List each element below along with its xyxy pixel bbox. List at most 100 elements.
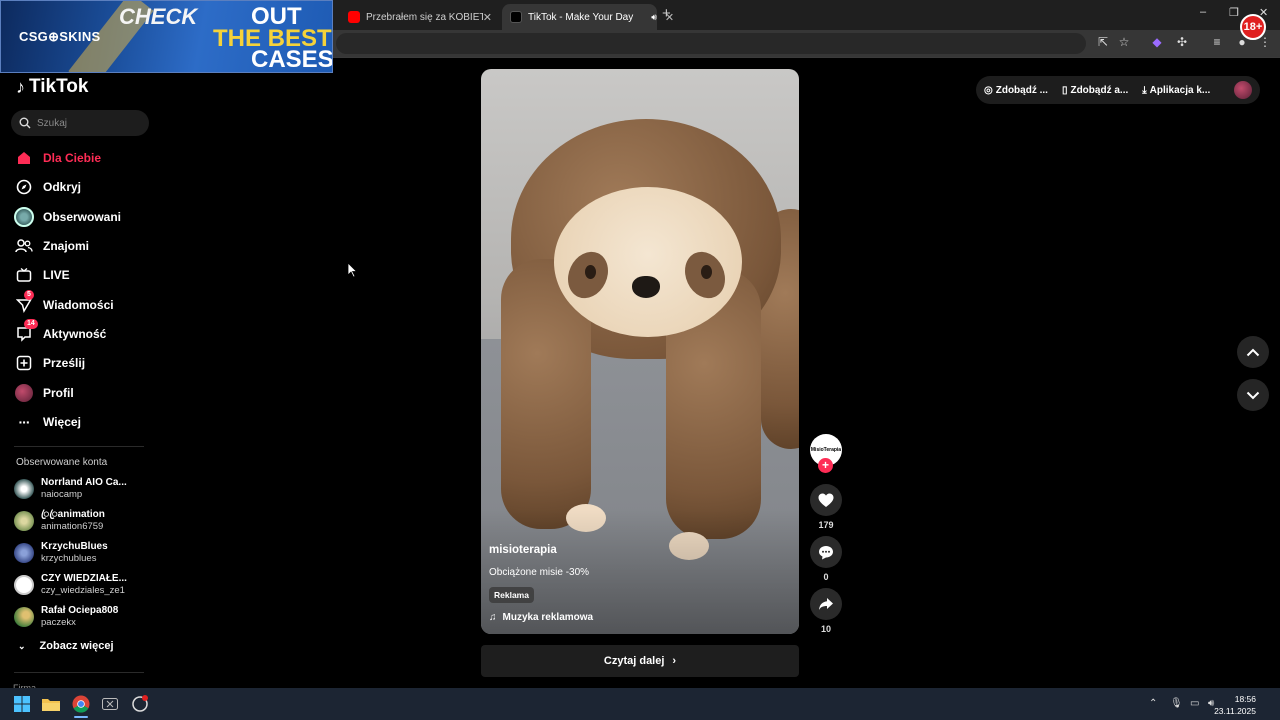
address-bar[interactable] [336, 33, 1086, 54]
nav-messages[interactable]: 5 Wiadomości [14, 290, 144, 316]
followed-account[interactable]: CZY WIEDZIAŁE... czy_wiedziales_ze1 [14, 572, 144, 598]
pill-label: Aplikacja k... [1149, 84, 1211, 96]
network-icon[interactable]: ▭ [1190, 698, 1199, 709]
home-icon [14, 148, 34, 168]
get-app-button[interactable]: ▯ Zdobądź a... [1062, 85, 1128, 96]
share-button[interactable] [810, 588, 842, 620]
search-icon [19, 117, 31, 129]
nav-more[interactable]: ··· Więcej [14, 411, 144, 433]
get-coins-button[interactable]: ◎ Zdobądź ... [984, 85, 1048, 96]
nav-profile[interactable]: Profil [14, 382, 144, 404]
video-description: Obciążone misie -30% [489, 567, 590, 578]
maximize-button[interactable]: ❐ [1229, 6, 1239, 19]
search-input[interactable] [37, 117, 137, 129]
nav-label: Profil [43, 386, 74, 400]
search-box[interactable] [11, 110, 149, 136]
follow-button[interactable]: + [818, 458, 833, 473]
creator-avatar-text: MisioTerapia [810, 447, 842, 453]
install-app-icon[interactable]: ⇱ [1096, 35, 1110, 49]
nav-explore[interactable]: Odkryj [14, 176, 144, 198]
pill-label: Zdobądź a... [1070, 84, 1129, 96]
video-music[interactable]: ♫ Muzyka reklamowa [489, 612, 593, 623]
plush-eye [585, 265, 596, 279]
nav-label: Aktywność [43, 327, 107, 341]
browser-tab-youtube[interactable]: Przebrałem się za KOBIETĘ na S ✕ [340, 4, 500, 30]
nav-label: Znajomi [43, 239, 90, 253]
tray-chevron-icon[interactable]: ⌃ [1149, 698, 1157, 709]
activity-icon: 14 [14, 319, 38, 344]
account-name: ꦿꦿanimation [41, 509, 105, 520]
chrome-icon[interactable] [71, 694, 91, 714]
desktop-app-button[interactable]: ⤓ Aplikacja k... [1142, 85, 1210, 96]
see-more-button[interactable]: ⌄ Zobacz więcej [18, 640, 114, 652]
followed-account[interactable]: Norrland AIO Ca... naiocamp [14, 476, 144, 502]
share-arrow-icon [819, 598, 833, 610]
ad-headline-check: CHECK [119, 4, 198, 29]
age-badge: 18+ [1240, 14, 1266, 40]
video-author[interactable]: misioterapia [489, 544, 557, 556]
nav-friends[interactable]: Znajomi [14, 235, 144, 257]
ad-banner[interactable]: CSG⊕SKINS CHECK OUT THE BEST CASES [0, 0, 333, 73]
like-button[interactable] [810, 484, 842, 516]
see-more-label: Zobacz więcej [39, 640, 114, 652]
nav-upload[interactable]: Prześlij [14, 352, 144, 374]
compass-icon [14, 177, 34, 197]
music-label: Muzyka reklamowa [502, 612, 594, 623]
new-tab-button[interactable]: + [662, 5, 671, 22]
nav-label: Prześlij [43, 356, 86, 370]
music-note-icon: ♫ [489, 612, 497, 623]
nav-following[interactable]: Obserwowani [14, 206, 144, 228]
gaming-app-icon[interactable] [130, 694, 150, 714]
user-avatar[interactable] [1234, 81, 1252, 99]
download-icon: ⤓ [1142, 84, 1147, 96]
sidebar-divider [14, 446, 144, 447]
followed-account[interactable]: KrzychuBlues krzychublues [14, 540, 144, 566]
video-player[interactable]: misioterapia Obciążone misie -30% Reklam… [481, 69, 799, 634]
account-handle: czy_wiedziales_ze1 [41, 585, 125, 596]
avatar [14, 511, 34, 531]
nav-live[interactable]: LIVE [14, 264, 144, 286]
account-name: KrzychuBlues [41, 541, 108, 552]
extensions-puzzle-icon[interactable]: ✣ [1175, 35, 1189, 49]
like-count: 179 [818, 520, 834, 530]
tiktok-logo[interactable]: ♪ TikTok [16, 76, 88, 98]
comment-button[interactable] [810, 536, 842, 568]
close-tab-icon[interactable]: ✕ [483, 11, 492, 24]
read-more-button[interactable]: Czytaj dalej › [481, 645, 799, 677]
previous-video-button[interactable] [1237, 336, 1269, 368]
ad-logo: CSG⊕SKINS [19, 29, 101, 44]
speaker-icon[interactable]: 🔊︎ [651, 12, 657, 23]
browser-tab-tiktok[interactable]: TikTok - Make Your Day 🔊︎ ✕ [502, 4, 674, 30]
avatar [14, 575, 34, 595]
xbox-icon[interactable] [100, 694, 120, 714]
chevron-down-icon [1246, 391, 1260, 399]
avatar [14, 479, 34, 499]
friends-icon [14, 236, 34, 256]
followed-account[interactable]: Rafał Ociepa808 paczekx [14, 604, 144, 630]
followed-account[interactable]: ꦿꦿanimation animation6759 [14, 508, 144, 534]
pill-label: Zdobądź ... [995, 84, 1048, 96]
windows-start-icon[interactable] [12, 694, 32, 714]
minimize-button[interactable]: – [1200, 6, 1206, 18]
nav-label: Dla Ciebie [43, 151, 102, 165]
extension-icon[interactable]: ◆ [1150, 35, 1164, 49]
account-name: Rafał Ociepa808 [41, 605, 119, 616]
media-control-icon[interactable]: ≡ [1210, 35, 1224, 49]
file-explorer-icon[interactable] [41, 694, 61, 714]
chevron-up-icon [1246, 348, 1260, 356]
tab-title: Przebrałem się za KOBIETĘ na S [366, 11, 483, 23]
avatar [14, 543, 34, 563]
next-video-button[interactable] [1237, 379, 1269, 411]
profile-avatar-icon [14, 383, 34, 403]
clock-time: 18:56 [1234, 694, 1256, 704]
sponsored-tag: Reklama [489, 587, 534, 603]
system-clock[interactable]: 18:56 23.11.2025 [1214, 693, 1256, 717]
upload-icon [14, 353, 34, 373]
plush-nose [632, 276, 660, 298]
bookmark-star-icon[interactable]: ☆ [1117, 35, 1131, 49]
microphone-icon[interactable]: 🎙︎ [1170, 698, 1183, 709]
nav-activity[interactable]: 14 Aktywność [14, 319, 144, 345]
nav-for-you[interactable]: Dla Ciebie [14, 147, 144, 169]
tiktok-note-icon: ♪ [16, 76, 25, 97]
active-app-indicator [74, 716, 88, 718]
